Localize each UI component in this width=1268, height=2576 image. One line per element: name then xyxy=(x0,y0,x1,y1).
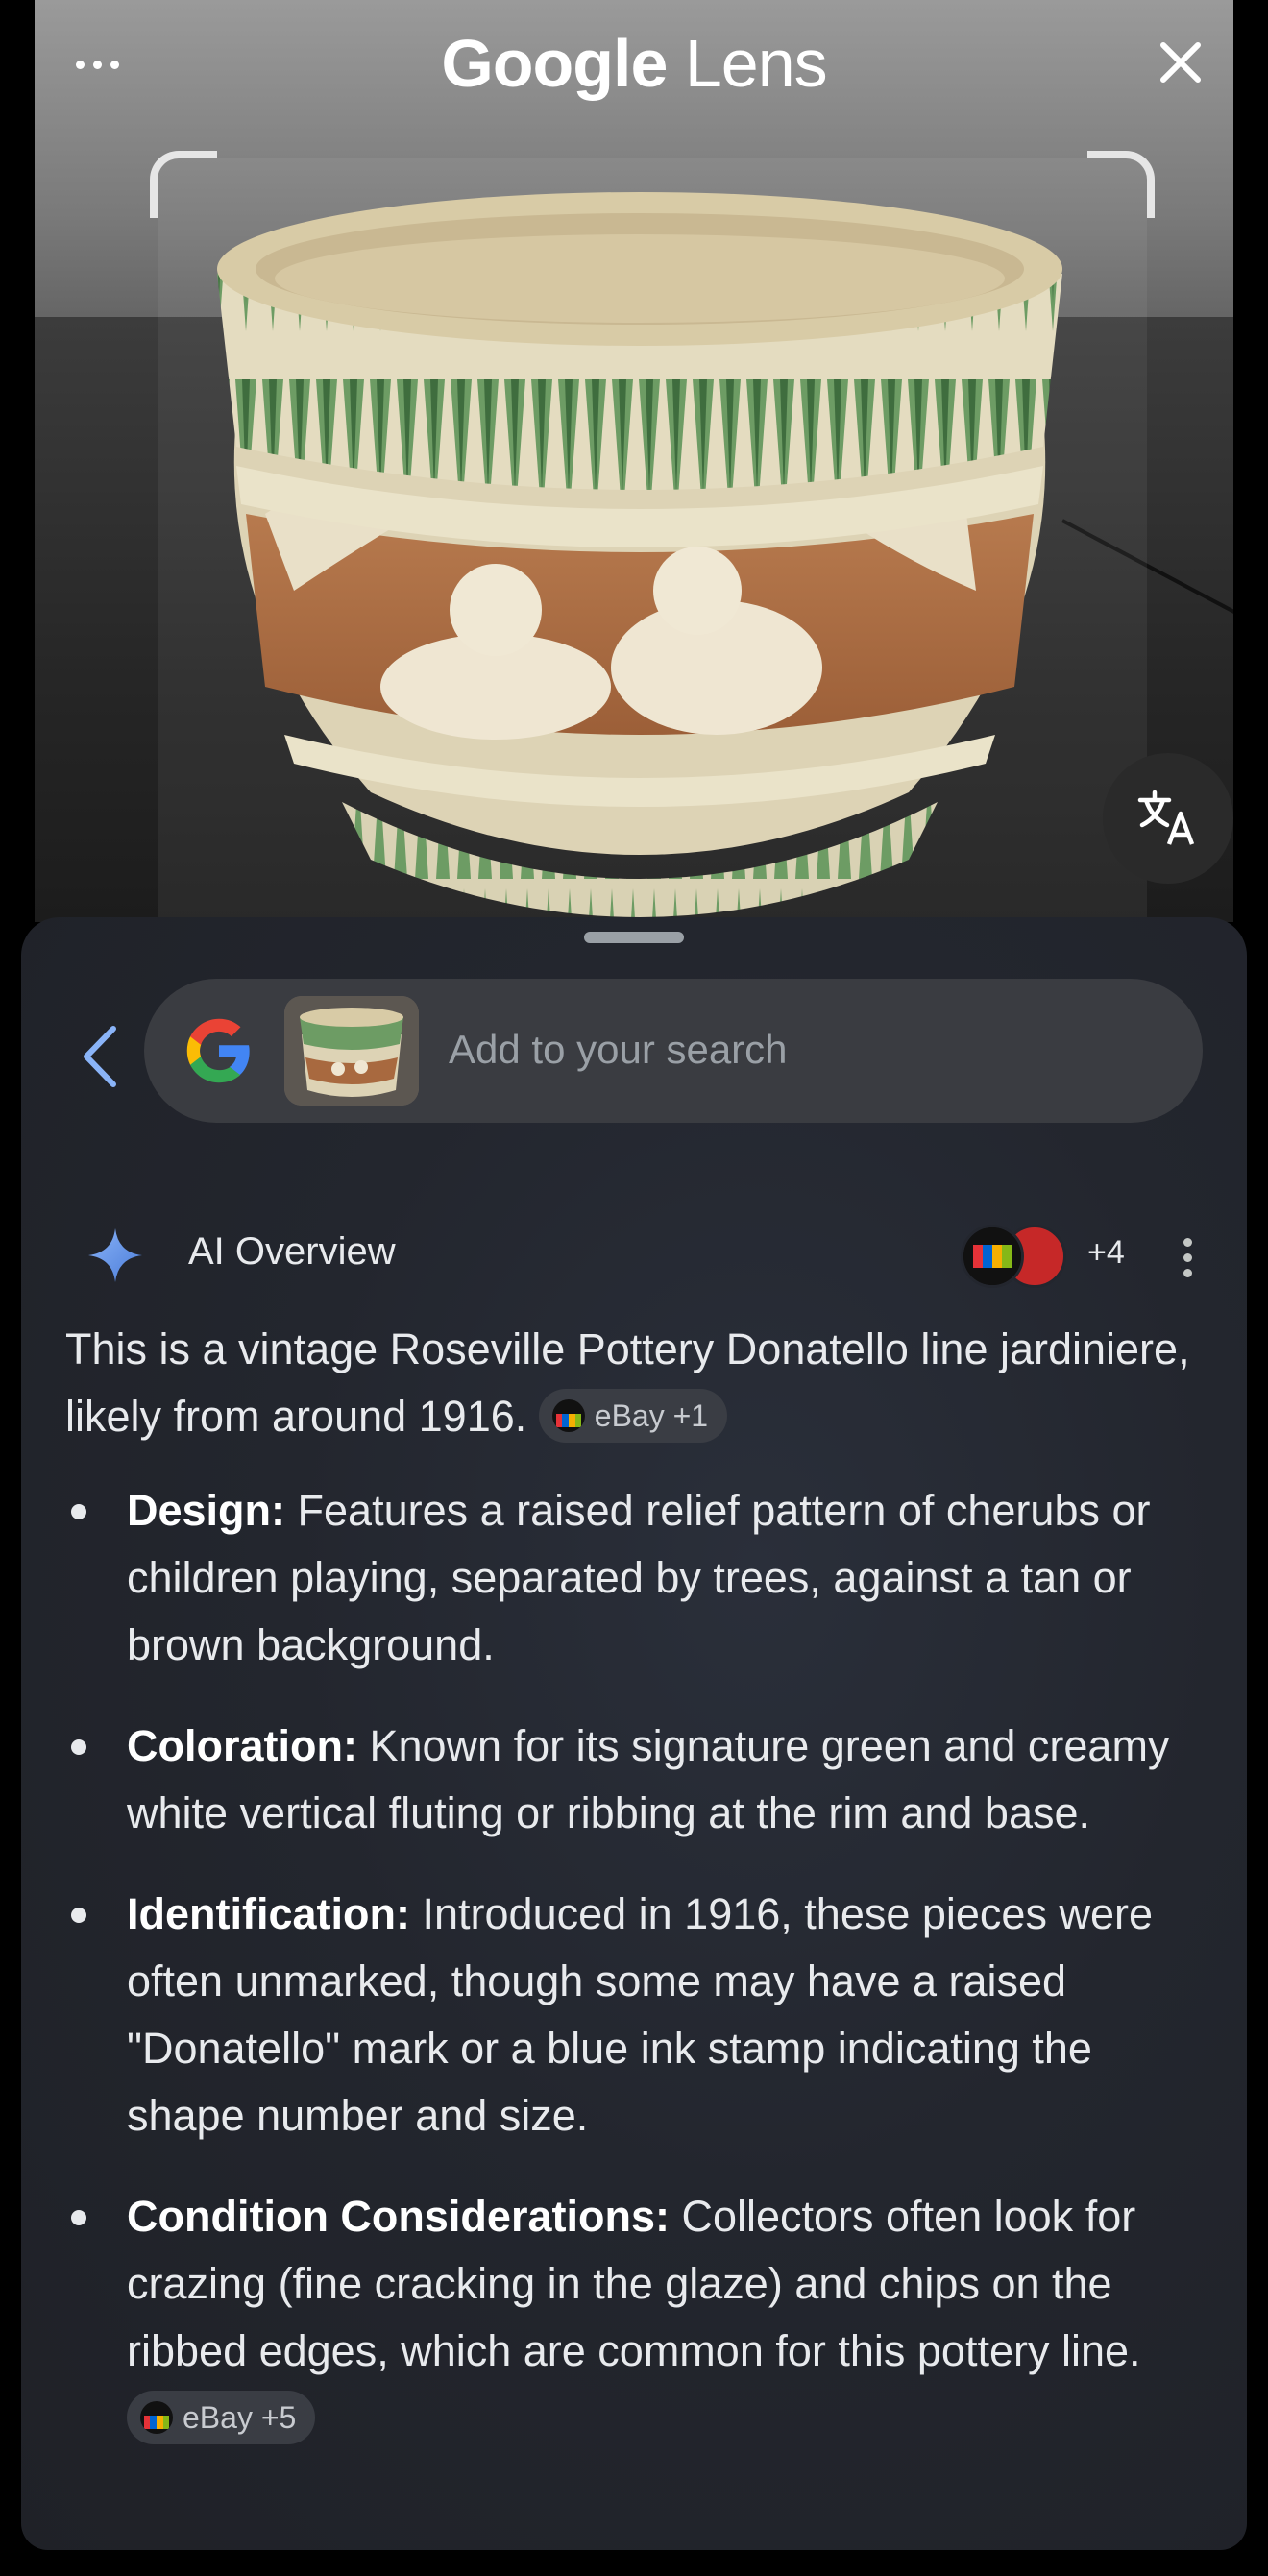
source-chip-intro[interactable]: eBay +1 xyxy=(538,1389,728,1444)
bullet-label: Coloration: xyxy=(127,1721,357,1770)
search-bar[interactable]: Add to your search xyxy=(144,979,1203,1123)
back-icon xyxy=(84,1026,116,1087)
ebay-icon xyxy=(961,1225,1024,1288)
bullet-label: Identification: xyxy=(127,1889,410,1938)
ai-overview-content: This is a vintage Roseville Pottery Dona… xyxy=(65,1316,1218,2486)
lens-image-area[interactable] xyxy=(35,0,1233,922)
ai-overview-bullets: Design: Features a raised relief pattern… xyxy=(65,1477,1218,2452)
list-item: Condition Considerations: Collectors oft… xyxy=(65,2183,1218,2452)
app-title-brand: Google xyxy=(441,26,668,101)
google-logo-icon xyxy=(186,1018,250,1083)
source-chip-label: eBay +1 xyxy=(594,1398,709,1434)
list-item: Identification: Introduced in 1916, thes… xyxy=(65,1881,1218,2150)
translate-button[interactable] xyxy=(1103,753,1233,884)
query-image-thumbnail[interactable] xyxy=(284,996,419,1106)
app-title-product: Lens xyxy=(684,26,828,101)
close-icon[interactable] xyxy=(1147,29,1214,96)
bullet-label: Condition Considerations: xyxy=(127,2192,670,2241)
sheet-drag-handle[interactable] xyxy=(584,932,684,943)
source-chip-label: eBay +5 xyxy=(183,2400,297,2436)
source-avatars[interactable] xyxy=(961,1225,1066,1288)
ai-overview-title: AI Overview xyxy=(188,1230,396,1273)
ebay-icon xyxy=(551,1399,585,1433)
pottery-jardiniere-image xyxy=(217,192,1062,917)
ebay-icon xyxy=(140,2401,173,2435)
ai-overview-header: AI Overview +4 xyxy=(65,1213,1208,1290)
search-placeholder[interactable]: Add to your search xyxy=(449,1027,788,1073)
source-chip-condition[interactable]: eBay +5 xyxy=(127,2391,316,2445)
sparkle-icon xyxy=(88,1228,142,1282)
lens-top-bar: Google Lens xyxy=(35,0,1233,125)
back-button[interactable] xyxy=(58,1013,144,1100)
list-item: Design: Features a raised relief pattern… xyxy=(65,1477,1218,1679)
ai-overview-intro: This is a vintage Roseville Pottery Dona… xyxy=(65,1316,1218,1450)
kebab-icon[interactable] xyxy=(1168,1228,1207,1286)
list-item: Coloration: Known for its signature gree… xyxy=(65,1713,1218,1847)
app-title: Google Lens xyxy=(35,25,1233,102)
sources-more-count[interactable]: +4 xyxy=(1087,1234,1125,1272)
translate-icon xyxy=(1137,790,1195,845)
bullet-label: Design: xyxy=(127,1486,286,1535)
results-sheet[interactable]: Add to your search AI Overview +4 This i… xyxy=(21,917,1247,2550)
